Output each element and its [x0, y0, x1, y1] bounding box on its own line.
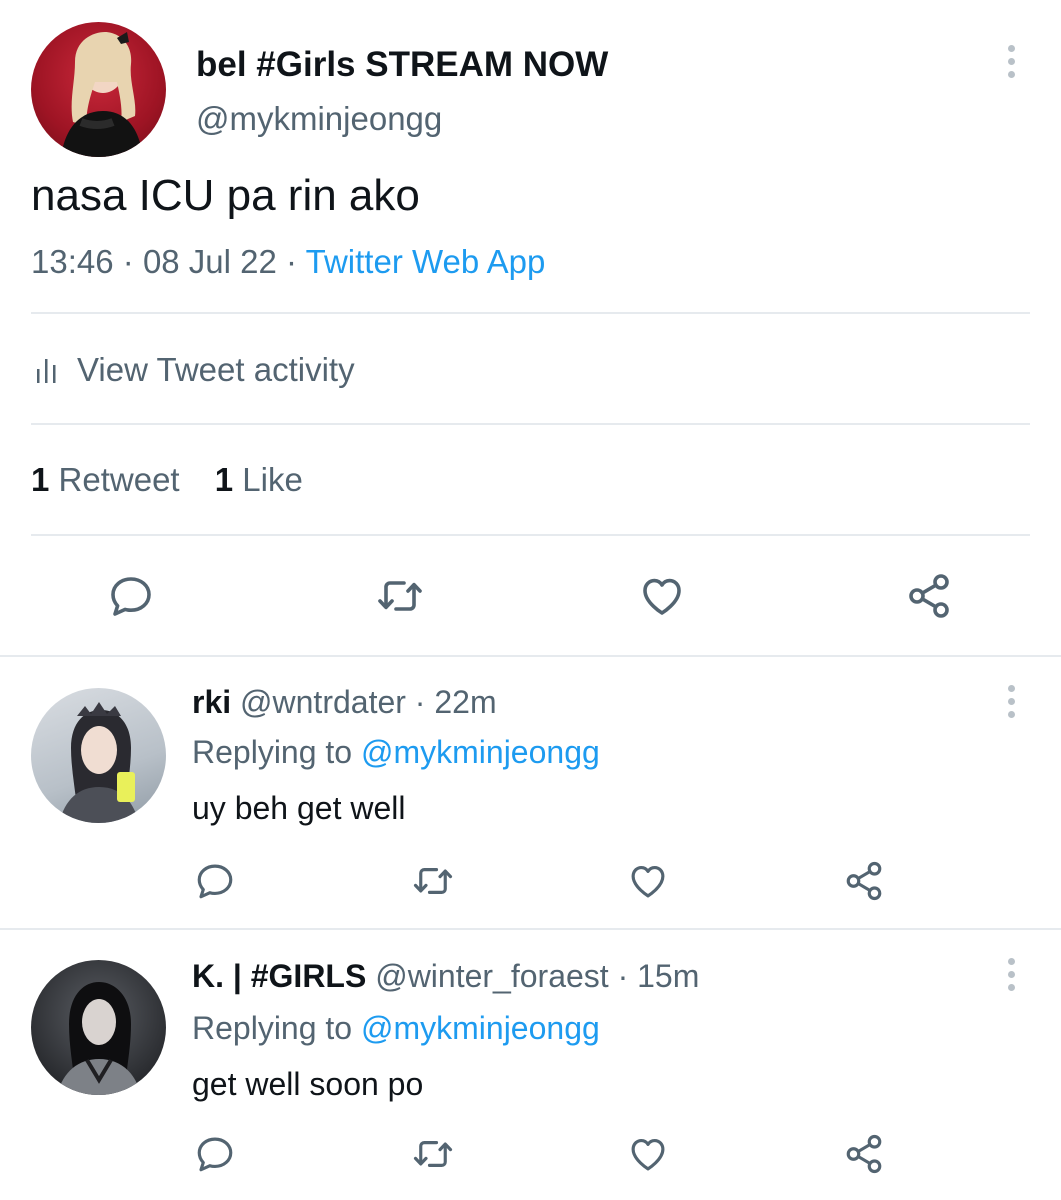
tweet-source-link[interactable]: Twitter Web App	[306, 243, 546, 280]
reply-display-name[interactable]: rki	[192, 684, 231, 720]
reply-header: K. | #GIRLS @winter_foraest · 15m	[192, 957, 699, 995]
reply-text: get well soon po	[192, 1066, 424, 1102]
replying-to-line: Replying to @mykminjeongg	[192, 733, 600, 771]
replying-to-link[interactable]: @mykminjeongg	[361, 734, 600, 770]
meta-separator: ·	[414, 684, 426, 720]
tweet-meta: 13:46 · 08 Jul 22 · Twitter Web App	[31, 242, 545, 282]
meta-separator: ·	[286, 243, 298, 280]
retweet-icon[interactable]	[374, 572, 426, 620]
heart-icon[interactable]	[627, 1133, 669, 1175]
replying-to-line: Replying to @mykminjeongg	[192, 1009, 600, 1047]
reply-handle[interactable]: @wntrdater	[240, 684, 406, 720]
engagement-stats: 1 Retweet 1 Like	[31, 460, 303, 500]
tweet-time: 13:46	[31, 243, 114, 280]
replying-to-link[interactable]: @mykminjeongg	[361, 1010, 600, 1046]
replying-to-prefix: Replying to	[192, 1010, 353, 1046]
more-options-icon[interactable]	[1005, 685, 1017, 718]
retweet-count: 1	[31, 461, 50, 498]
divider	[31, 423, 1030, 425]
retweet-label: Retweet	[58, 461, 180, 498]
more-options-icon[interactable]	[1005, 958, 1017, 991]
author-handle[interactable]: @mykminjeongg	[196, 100, 442, 138]
section-divider	[0, 928, 1061, 930]
divider	[31, 534, 1030, 536]
likes-stat[interactable]: 1 Like	[215, 461, 303, 498]
retweet-icon[interactable]	[410, 1133, 456, 1175]
like-label: Like	[242, 461, 303, 498]
divider	[31, 312, 1030, 314]
reply-avatar[interactable]	[31, 960, 166, 1095]
retweet-icon[interactable]	[410, 860, 456, 902]
more-options-icon[interactable]	[1005, 45, 1017, 78]
reply-time[interactable]: 15m	[637, 958, 699, 994]
reply-time[interactable]: 22m	[434, 684, 496, 720]
tweet-date: 08 Jul 22	[142, 243, 277, 280]
retweets-stat[interactable]: 1 Retweet	[31, 461, 189, 498]
author-display-name[interactable]: bel #Girls STREAM NOW	[196, 45, 608, 85]
like-count: 1	[214, 461, 234, 498]
section-divider	[0, 655, 1061, 657]
reply-avatar[interactable]	[31, 688, 166, 823]
heart-icon[interactable]	[638, 572, 686, 620]
reply-icon[interactable]	[194, 860, 236, 902]
bar-chart-icon	[31, 357, 63, 383]
reply-text: uy beh get well	[192, 790, 406, 826]
reply-icon[interactable]	[107, 572, 155, 620]
reply-icon[interactable]	[194, 1133, 236, 1175]
main-avatar[interactable]	[31, 22, 166, 157]
reply-header: rki @wntrdater · 22m	[192, 683, 497, 721]
reply-handle[interactable]: @winter_foraest	[375, 958, 608, 994]
view-tweet-activity-link[interactable]: View Tweet activity	[31, 350, 355, 390]
tweet-text: nasa ICU pa rin ako	[31, 171, 420, 220]
heart-icon[interactable]	[627, 860, 669, 902]
reply-display-name[interactable]: K. | #GIRLS	[192, 958, 366, 994]
share-icon[interactable]	[843, 860, 885, 902]
meta-separator: ·	[617, 958, 629, 994]
view-tweet-activity-label: View Tweet activity	[77, 351, 355, 388]
meta-separator: ·	[122, 243, 134, 280]
share-icon[interactable]	[905, 572, 953, 620]
share-icon[interactable]	[843, 1133, 885, 1175]
replying-to-prefix: Replying to	[192, 734, 353, 770]
